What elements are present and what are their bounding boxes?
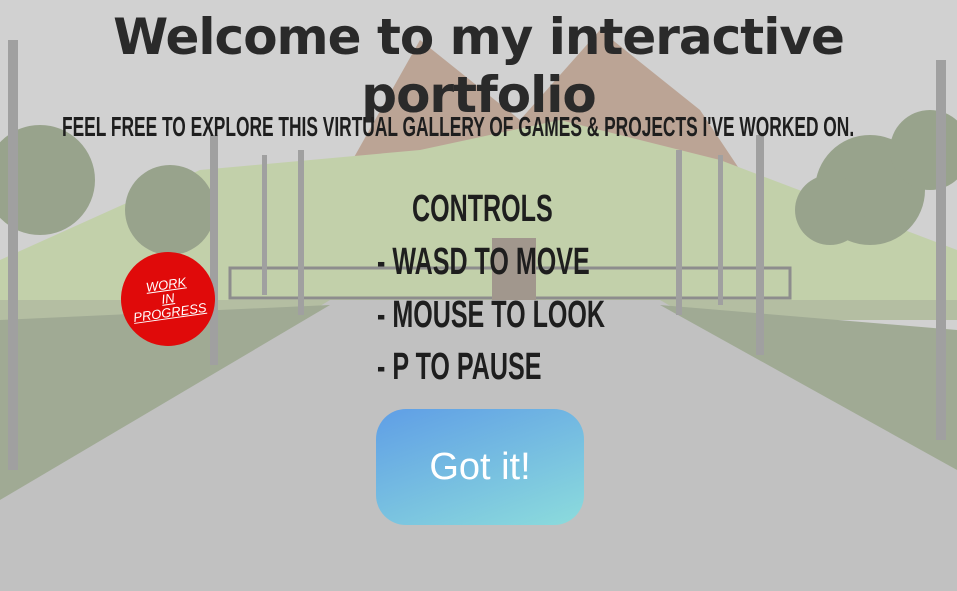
- control-item: - P to pause: [377, 346, 542, 388]
- got-it-button[interactable]: Got it!: [376, 409, 584, 525]
- control-item: - WASD to move: [377, 241, 590, 283]
- control-item: - Mouse to look: [377, 294, 606, 336]
- subtitle: Feel free to explore this virtual galler…: [62, 111, 855, 142]
- controls-heading: Controls: [412, 188, 553, 230]
- page-title: Welcome to my interactive portfolio: [113, 8, 845, 124]
